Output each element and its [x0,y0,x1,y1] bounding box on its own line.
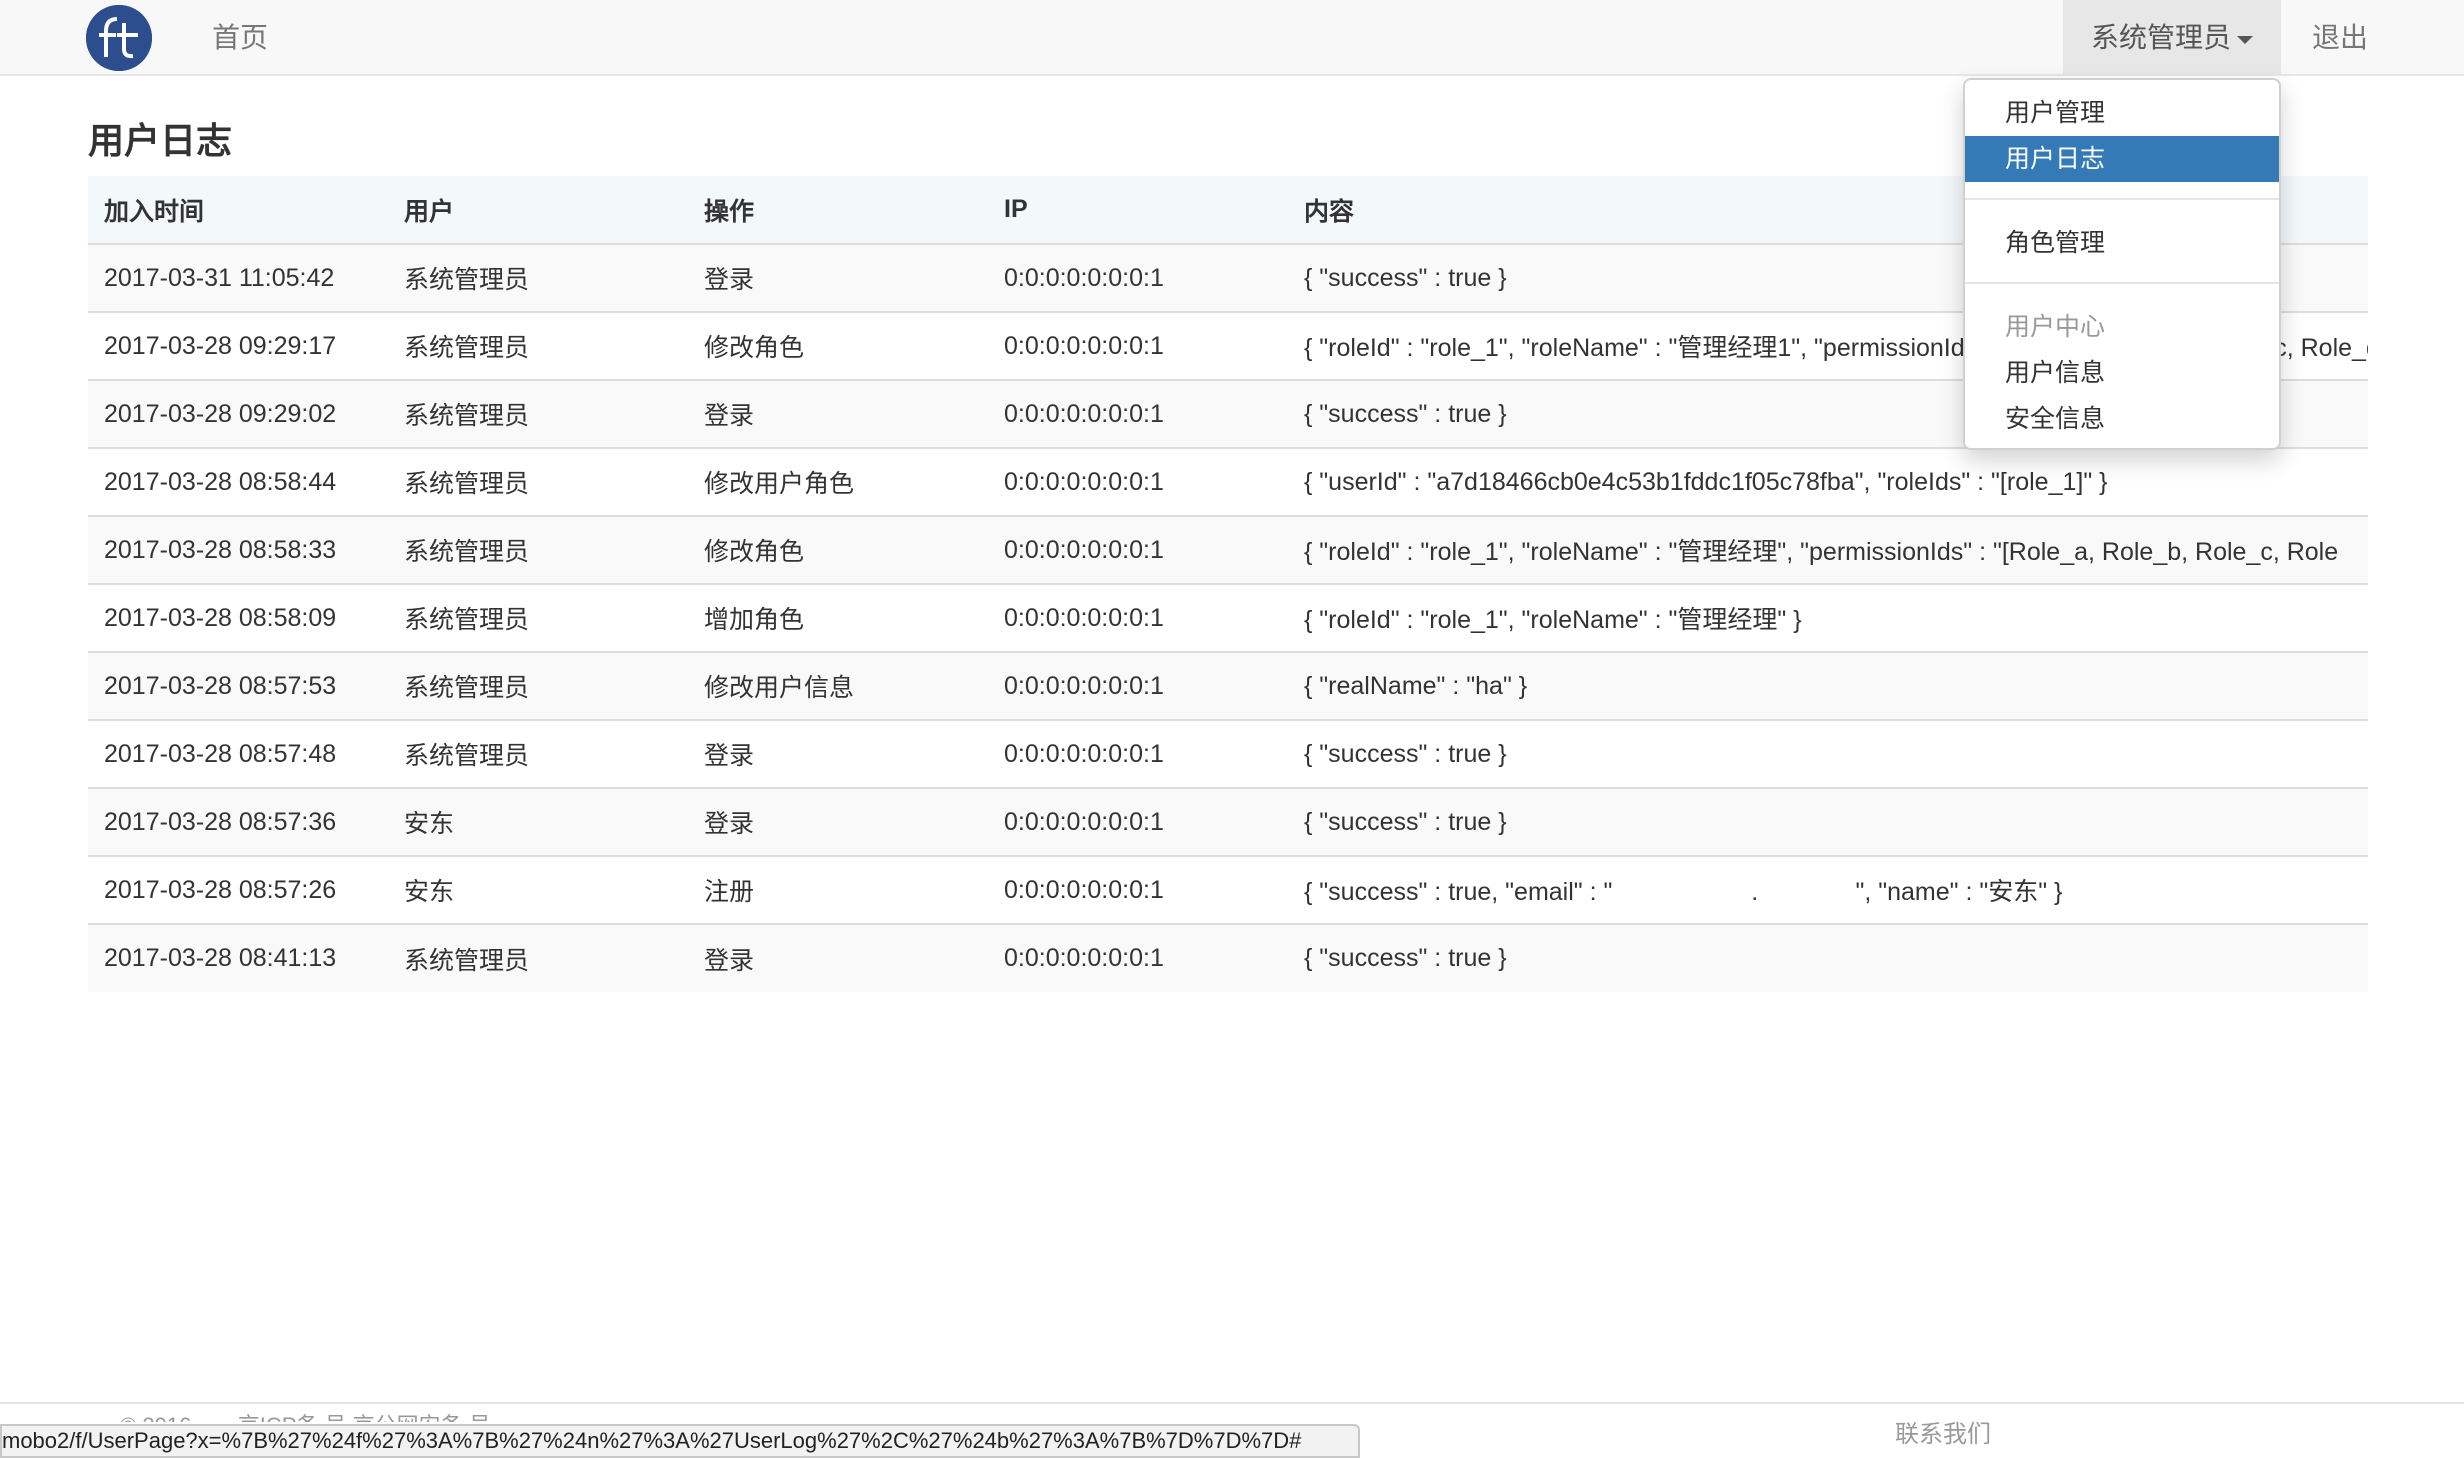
cell-content: { "success" : true } [1288,720,2368,789]
page-title: 用户日志 [88,120,233,161]
cell-action: 修改用户角色 [688,448,988,517]
menu-divider [1965,282,2279,284]
cell-time: 2017-03-31 11:05:42 [88,244,388,313]
column-header-ip: IP [988,176,1288,245]
cell-time: 2017-03-28 08:41:13 [88,924,388,992]
cell-user: 系统管理员 [388,244,688,313]
user-menu-toggle[interactable]: 系统管理员 [2063,0,2281,76]
cell-user: 系统管理员 [388,924,688,992]
menu-header-user-center: 用户中心 [2005,313,2106,341]
cell-content: { "success" : true } [1288,924,2368,992]
cell-user: 安东 [388,788,688,857]
ft-logo-icon[interactable] [86,5,152,71]
cell-action: 修改角色 [688,516,988,585]
footer-copyright: © 2016 · · · 京ICP备 号 京公网安备 号 [120,1408,491,1422]
cell-action: 登录 [688,244,988,313]
cell-action: 注册 [688,856,988,925]
column-header-user: 用户 [388,176,688,245]
cell-action: 修改角色 [688,312,988,381]
cell-action: 增加角色 [688,584,988,653]
cell-content: { "roleId" : "role_1", "roleName" : "管理经… [1288,584,2368,653]
cell-ip: 0:0:0:0:0:0:0:1 [988,788,1288,857]
contact-us-link[interactable]: 联系我们 [1895,1414,1991,1449]
cell-time: 2017-03-28 08:58:09 [88,584,388,653]
cell-ip: 0:0:0:0:0:0:0:1 [988,924,1288,992]
table-row: 2017-03-28 08:41:13 系统管理员 登录 0:0:0:0:0:0:0:… [88,924,2368,992]
column-header-time: 加入时间 [88,176,388,245]
cell-user: 安东 [388,856,688,925]
caret-down-icon [2237,35,2253,44]
table-row: 2017-03-28 08:57:26 安东 注册 0:0:0:0:0:0:0:1{ … [88,856,2368,925]
menu-item-user-log[interactable]: 用户日志 [1965,136,2279,182]
cell-content: { "roleId" : "role_1", "roleName" : "管理经… [1288,516,2368,585]
column-header-action: 操作 [688,176,988,245]
cell-ip: 0:0:0:0:0:0:0:1 [988,312,1288,381]
table-row: 2017-03-28 08:58:44 系统管理员 修改用户角色 0:0:0:0:0:… [88,448,2368,517]
user-dropdown-menu: 用户管理 用户日志 角色管理 用户中心 用户信息 安全信息 [1963,78,2281,450]
user-menu-label: 系统管理员 [2090,22,2231,53]
navbar: 首页 系统管理员 退出 [0,0,2464,76]
cell-ip: 0:0:0:0:0:0:0:1 [988,380,1288,449]
menu-item-user-info[interactable]: 用户信息 [1965,350,2279,396]
cell-ip: 0:0:0:0:0:0:0:1 [988,652,1288,721]
table-row: 2017-03-28 08:57:48 系统管理员 登录 0:0:0:0:0:0:0:… [88,720,2368,789]
cell-content: { "realName" : "ha" } [1288,652,2368,721]
cell-time: 2017-03-28 08:57:26 [88,856,388,925]
table-row: 2017-03-28 08:57:36 安东 登录 0:0:0:0:0:0:0:1{ … [88,788,2368,857]
table-row: 2017-03-28 08:58:33 系统管理员 修改角色 0:0:0:0:0:0:… [88,516,2368,585]
cell-content: { "success" : true, "email" : " . ", "na… [1288,856,2368,925]
cell-time: 2017-03-28 09:29:02 [88,380,388,449]
cell-time: 2017-03-28 09:29:17 [88,312,388,381]
cell-user: 系统管理员 [388,584,688,653]
cell-content: { "userId" : "a7d18466cb0e4c53b1fddc1f05… [1288,448,2368,517]
menu-divider [1965,198,2279,200]
cell-action: 登录 [688,924,988,992]
menu-item-user-management[interactable]: 用户管理 [1965,90,2279,136]
cell-time: 2017-03-28 08:57:48 [88,720,388,789]
cell-time: 2017-03-28 08:57:36 [88,788,388,857]
menu-item-security-info[interactable]: 安全信息 [1965,396,2279,442]
cell-time: 2017-03-28 08:58:44 [88,448,388,517]
table-row: 2017-03-28 08:58:09 系统管理员 增加角色 0:0:0:0:0:0:… [88,584,2368,653]
cell-ip: 0:0:0:0:0:0:0:1 [988,448,1288,517]
cell-time: 2017-03-28 08:58:33 [88,516,388,585]
cell-ip: 0:0:0:0:0:0:0:1 [988,516,1288,585]
cell-user: 系统管理员 [388,720,688,789]
menu-item-role-management[interactable]: 角色管理 [1965,220,2279,266]
status-bar-url: mobo2/f/UserPage?x=%7B%27%24f%27%3A%7B%2… [0,1424,1360,1458]
cell-action: 登录 [688,720,988,789]
cell-ip: 0:0:0:0:0:0:0:1 [988,856,1288,925]
cell-ip: 0:0:0:0:0:0:0:1 [988,244,1288,313]
nav-home-link[interactable]: 首页 [212,0,268,76]
cell-user: 系统管理员 [388,652,688,721]
cell-user: 系统管理员 [388,516,688,585]
table-row: 2017-03-28 08:57:53 系统管理员 修改用户信息 0:0:0:0:0:… [88,652,2368,721]
cell-content: { "success" : true } [1288,788,2368,857]
logout-link[interactable]: 退出 [2312,0,2368,76]
cell-user: 系统管理员 [388,312,688,381]
cell-action: 修改用户信息 [688,652,988,721]
cell-action: 登录 [688,788,988,857]
cell-user: 系统管理员 [388,448,688,517]
cell-user: 系统管理员 [388,380,688,449]
cell-action: 登录 [688,380,988,449]
cell-ip: 0:0:0:0:0:0:0:1 [988,720,1288,789]
cell-ip: 0:0:0:0:0:0:0:1 [988,584,1288,653]
cell-time: 2017-03-28 08:57:53 [88,652,388,721]
footer-divider [0,1402,2464,1404]
